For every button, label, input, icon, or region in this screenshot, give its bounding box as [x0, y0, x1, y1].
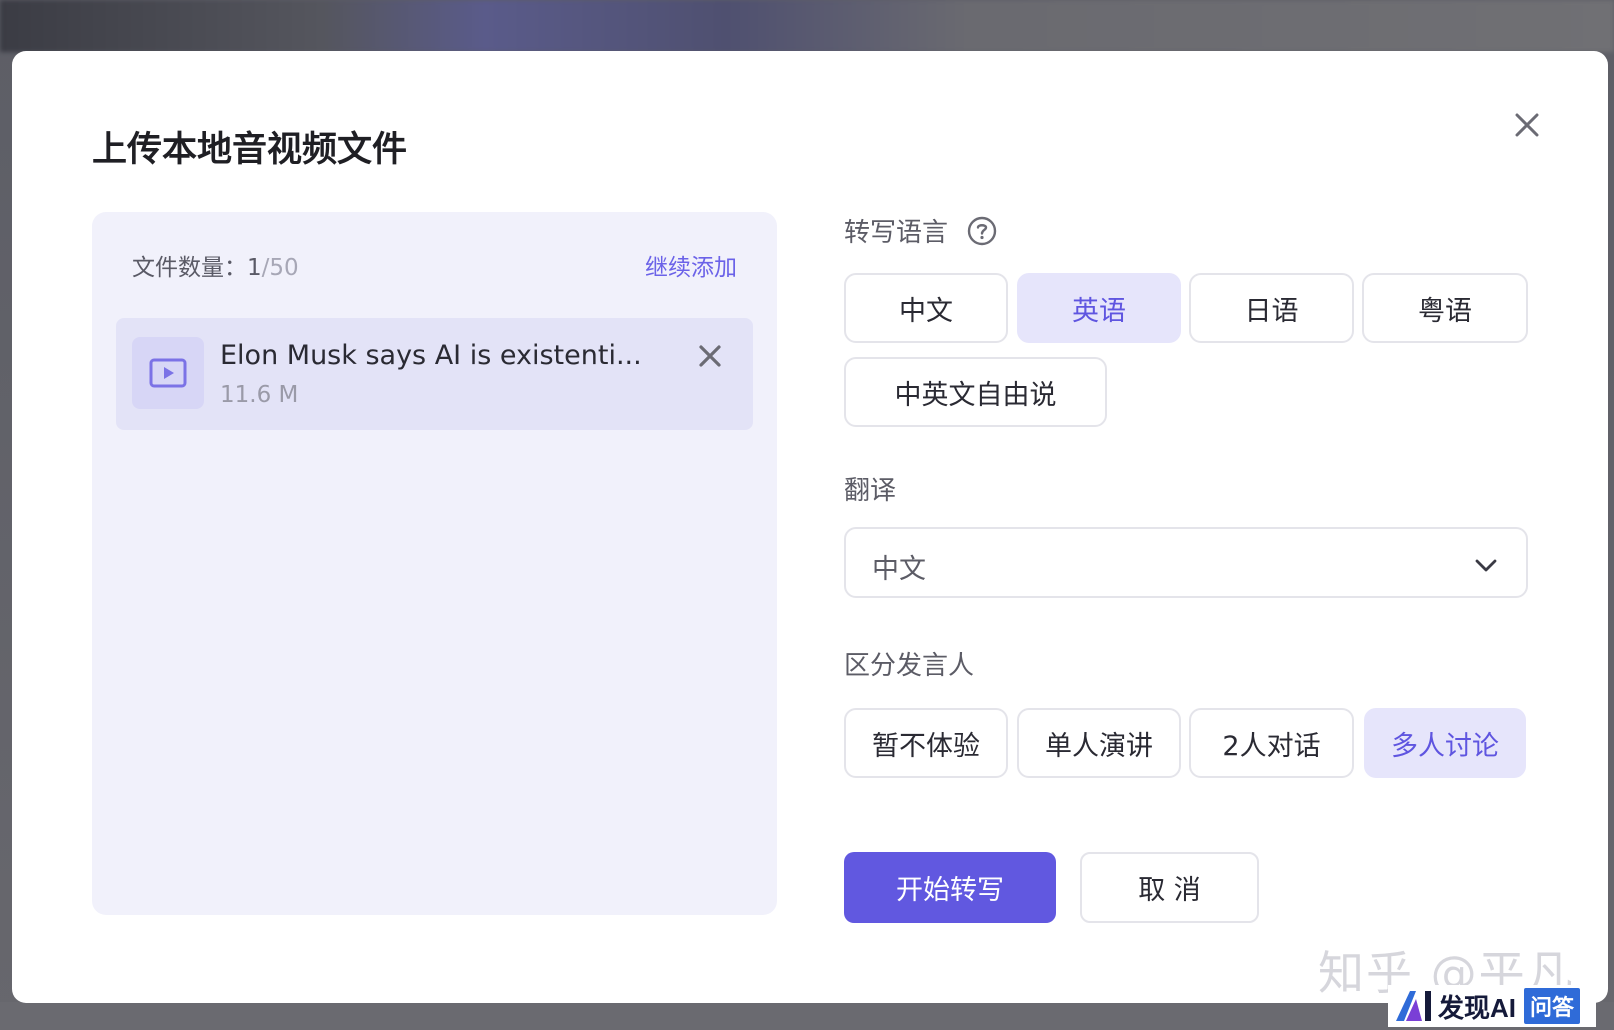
file-list-panel: 文件数量：1/50 继续添加 Elon Musk says AI is exis… — [92, 212, 777, 915]
dialog-title: 上传本地音视频文件 — [92, 130, 408, 170]
translation-select[interactable]: 中文 — [844, 527, 1528, 598]
file-count: 文件数量：1/50 — [132, 248, 299, 282]
close-icon — [699, 345, 721, 367]
speaker-label: 区分发言人 — [844, 651, 975, 681]
speaker-option-single[interactable]: 单人演讲 — [1017, 708, 1181, 778]
translation-selected-value: 中文 — [872, 554, 926, 585]
site-badge: 发现AI 问答 — [1388, 985, 1596, 1027]
language-option-english[interactable]: 英语 — [1017, 273, 1181, 343]
file-list-item: Elon Musk says AI is existenti... 11.6 M — [116, 318, 753, 430]
background-blur-top — [0, 0, 1614, 52]
file-name: Elon Musk says AI is existenti... — [220, 340, 642, 371]
chevron-down-icon — [1472, 551, 1500, 579]
background-blur-bottom — [0, 1002, 1614, 1030]
speaker-option-two[interactable]: 2人对话 — [1189, 708, 1354, 778]
language-option-mixed[interactable]: 中英文自由说 — [844, 357, 1107, 427]
close-icon — [1515, 113, 1539, 137]
speaker-option-multi[interactable]: 多人讨论 — [1364, 708, 1526, 778]
start-transcribe-button[interactable]: 开始转写 — [844, 852, 1056, 923]
close-button[interactable] — [1509, 107, 1545, 143]
ai-logo-icon — [1396, 991, 1431, 1021]
file-count-current: 1 — [247, 255, 262, 281]
file-count-label: 文件数量： — [132, 255, 247, 281]
help-icon[interactable] — [966, 215, 998, 247]
language-option-chinese[interactable]: 中文 — [844, 273, 1008, 343]
language-option-cantonese[interactable]: 粤语 — [1362, 273, 1528, 343]
badge-tag: 问答 — [1524, 988, 1581, 1024]
video-file-icon — [132, 337, 204, 409]
cancel-button[interactable]: 取 消 — [1080, 852, 1259, 923]
translation-label: 翻译 — [844, 476, 897, 506]
file-size: 11.6 M — [220, 382, 299, 408]
badge-text: 发现AI — [1438, 992, 1517, 1023]
speaker-option-none[interactable]: 暂不体验 — [844, 708, 1008, 778]
file-count-max: /50 — [261, 255, 299, 281]
language-option-japanese[interactable]: 日语 — [1189, 273, 1354, 343]
transcribe-language-label: 转写语言 — [844, 218, 949, 248]
add-more-files-link[interactable]: 继续添加 — [645, 248, 737, 282]
remove-file-button[interactable] — [694, 340, 726, 372]
